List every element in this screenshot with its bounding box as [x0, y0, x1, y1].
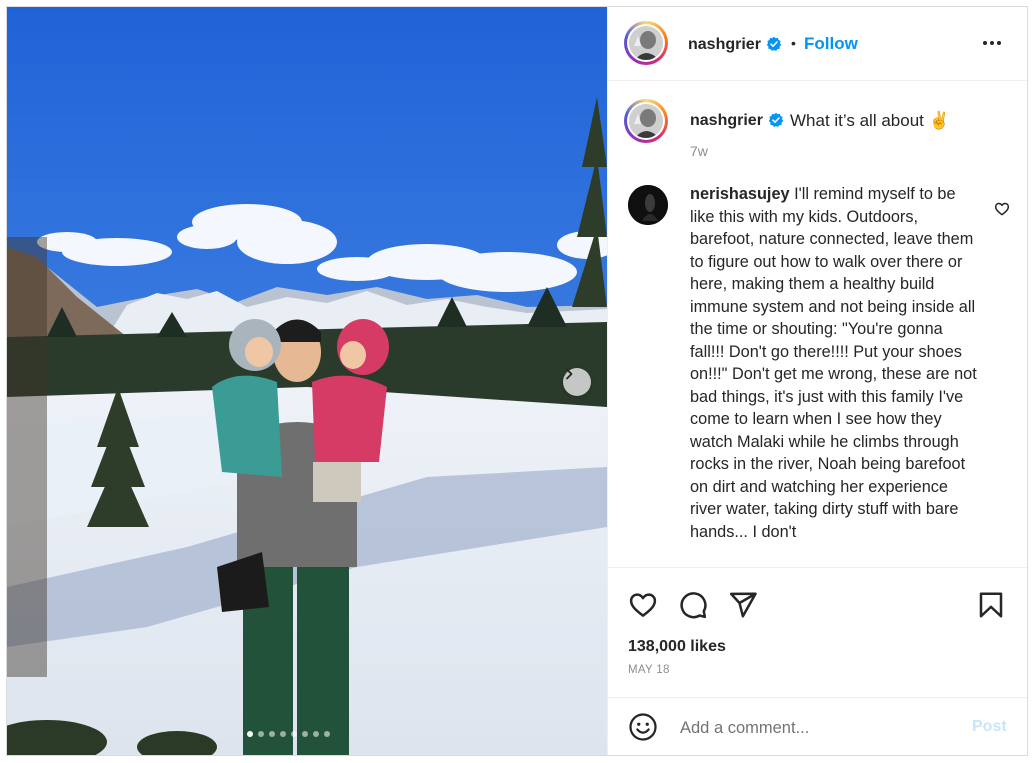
carousel-dot	[258, 731, 264, 737]
comment-input[interactable]	[678, 714, 962, 742]
carousel-dot	[324, 731, 330, 737]
post-date[interactable]: MAY 18	[628, 664, 670, 676]
post-details-panel: nashgrier • Follow nashgrier What it’s a…	[607, 7, 1027, 755]
follow-button[interactable]: Follow	[804, 34, 858, 54]
comment-text: I'll remind myself to be like this with …	[690, 185, 977, 541]
comment-body: nerishasujey I'll remind myself to be li…	[690, 185, 980, 543]
avatar-image	[629, 26, 663, 60]
carousel-dot	[302, 731, 308, 737]
carousel-indicator	[247, 731, 330, 739]
avatar-image	[629, 104, 663, 138]
caption-text: What it’s all about ✌️	[790, 111, 950, 130]
post-actions: 138,000 likes MAY 18	[608, 567, 1027, 687]
caption-author-avatar[interactable]	[624, 99, 668, 143]
post-comment-button[interactable]: Post	[972, 718, 1007, 736]
paper-plane-icon[interactable]	[728, 590, 758, 620]
avatar-image	[628, 185, 668, 225]
emoji-icon[interactable]	[628, 712, 658, 742]
chevron-right-icon	[566, 368, 573, 380]
heart-icon[interactable]	[628, 590, 658, 620]
verified-badge-icon	[766, 36, 782, 51]
author-avatar[interactable]	[624, 21, 668, 65]
carousel-dot	[269, 731, 275, 737]
commenter-avatar[interactable]	[628, 185, 668, 225]
carousel-dot	[313, 731, 319, 737]
post-modal: nashgrier • Follow nashgrier What it’s a…	[6, 6, 1028, 756]
carousel-dot	[291, 731, 297, 737]
carousel-dot	[280, 731, 286, 737]
author-username[interactable]: nashgrier	[688, 36, 761, 54]
more-horizontal-icon[interactable]	[980, 31, 1004, 55]
like-count[interactable]: 138,000 likes	[628, 638, 726, 656]
carousel-dot	[247, 731, 253, 737]
post-photo[interactable]	[7, 7, 607, 755]
caption-timestamp[interactable]: 7w	[690, 143, 708, 159]
carousel-next-button[interactable]	[563, 368, 591, 396]
separator-dot: •	[791, 35, 796, 51]
caption-username[interactable]: nashgrier	[690, 112, 763, 130]
comment-icon[interactable]	[678, 590, 708, 620]
heart-icon[interactable]	[994, 201, 1010, 217]
commenter-username[interactable]: nerishasujey	[690, 185, 790, 203]
post-header: nashgrier • Follow	[608, 7, 1027, 81]
verified-badge-icon	[768, 112, 784, 127]
comment-item: nerishasujey I'll remind myself to be li…	[608, 185, 1027, 567]
bookmark-icon[interactable]	[976, 590, 1006, 620]
add-comment-bar: Post	[608, 697, 1027, 755]
photo-illustration	[7, 7, 607, 755]
